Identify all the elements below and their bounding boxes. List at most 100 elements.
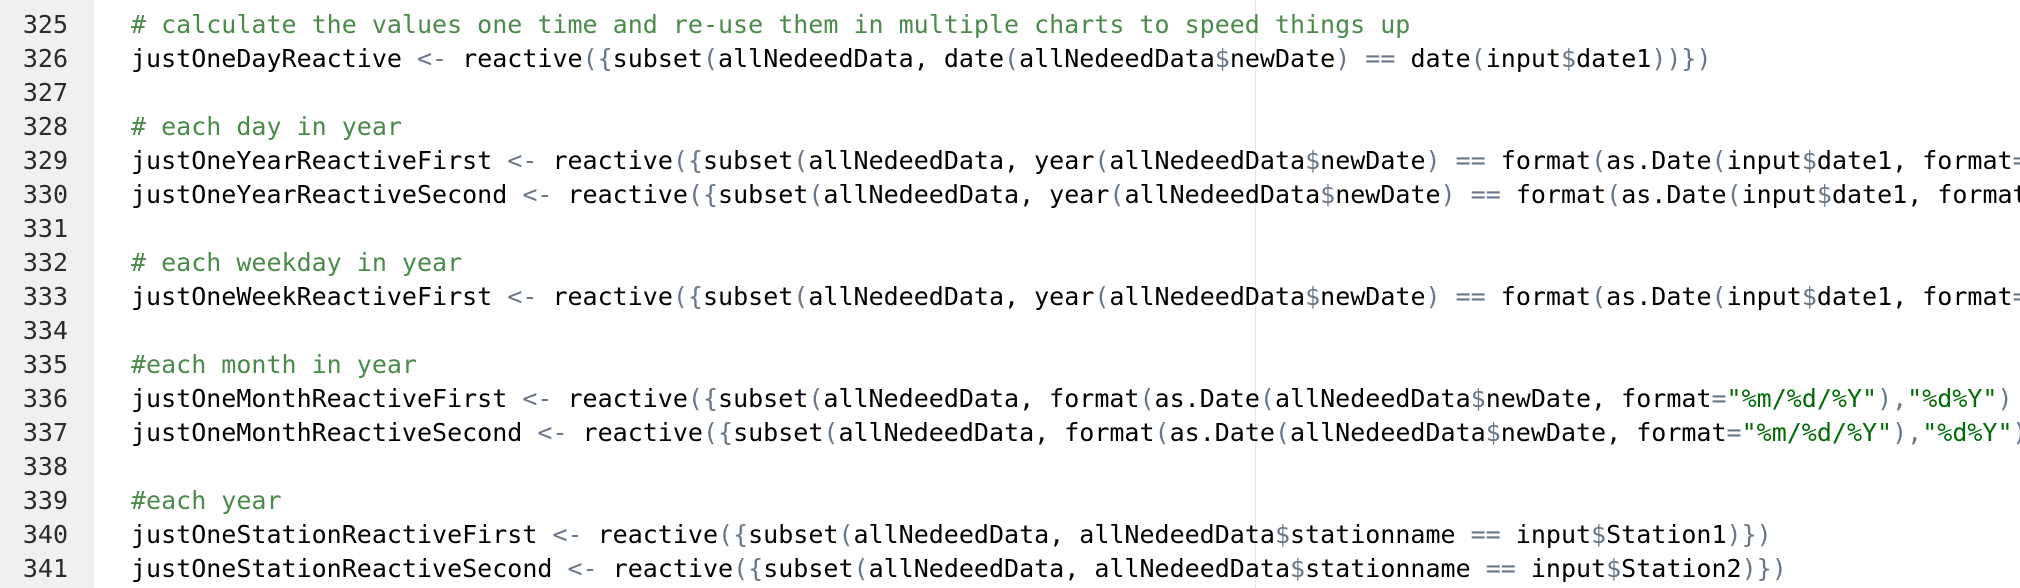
code-text[interactable]: justOneStationReactiveSecond <- reactive… (131, 552, 1787, 586)
code-text[interactable]: justOneMonthReactiveSecond <- reactive({… (131, 416, 2020, 450)
code-token-op: = (2013, 146, 2020, 175)
code-token-op: ))}) (1651, 44, 1712, 73)
code-token-op: = (2013, 282, 2020, 311)
code-token-op: ( (1470, 44, 1486, 73)
code-token-op: == (1470, 554, 1516, 583)
code-text[interactable]: justOneDayReactive <- reactive({subset(a… (131, 42, 1712, 76)
code-token-text: allNedeedData, year (823, 180, 1110, 209)
line-number: 326 (22, 44, 68, 73)
code-token-text: newDate (1229, 44, 1336, 73)
code-token-op: $ (1801, 146, 1817, 175)
code-text[interactable]: #each month in year (131, 348, 417, 382)
line-number: 341 (22, 554, 68, 583)
code-token-op: <- (507, 146, 538, 175)
code-token-text: Station1 (1606, 520, 1727, 549)
code-line[interactable]: 331 (0, 212, 2020, 246)
code-token-text: date (1395, 44, 1471, 73)
code-token-op: ( (1259, 384, 1275, 413)
code-token-op: ( (1711, 282, 1727, 311)
code-line[interactable]: 330 justOneYearReactiveSecond <- reactive… (0, 178, 2020, 212)
line-number: 340 (22, 520, 68, 549)
code-token-op: ( (702, 44, 719, 73)
code-token-text: justOneMonthReactiveSecond (131, 418, 538, 447)
code-line[interactable]: 341 justOneStationReactiveSecond <- react… (0, 552, 2020, 586)
code-token-op: ), (1892, 418, 1923, 447)
code-line[interactable]: 340 justOneStationReactiveFirst <- reacti… (0, 518, 2020, 552)
code-line[interactable]: 335 #each month in year (0, 348, 2020, 382)
code-token-op: $ (1305, 146, 1321, 175)
code-text[interactable]: # calculate the values one time and re-u… (131, 8, 1410, 42)
code-text[interactable]: #each year (131, 484, 282, 518)
code-token-text: input (1726, 282, 1802, 311)
code-token-text: justOneWeekReactiveFirst (131, 282, 508, 311)
code-token-text: subset (718, 384, 809, 413)
code-token-op: ( (1094, 146, 1110, 175)
code-token-text: stationname (1290, 520, 1456, 549)
code-token-op: ), (1877, 384, 1908, 413)
code-token-text: Station2 (1621, 554, 1742, 583)
code-token-text: format (1485, 146, 1592, 175)
code-token-text: reactive (582, 520, 719, 549)
code-token-text: reactive (537, 146, 673, 175)
code-token-text: justOneMonthReactiveFirst (131, 384, 523, 413)
code-text[interactable]: justOneMonthReactiveFirst <- reactive({s… (131, 382, 2020, 416)
code-token-text: subset (733, 418, 824, 447)
code-token-string: "%m/%d/%Y" (1741, 418, 1893, 447)
code-token-op: ( (1606, 180, 1622, 209)
code-token-op: == (1455, 520, 1501, 549)
code-token-op: ( (1139, 384, 1155, 413)
code-token-text: newDate (1335, 180, 1441, 209)
code-token-op: ) == (1425, 282, 1486, 311)
code-token-text: allNedeedData (1124, 180, 1321, 209)
code-token-op: ( (1711, 146, 1727, 175)
code-text[interactable]: justOneYearReactiveSecond <- reactive({s… (131, 178, 2020, 212)
code-line[interactable]: 326 justOneDayReactive <- reactive({subse… (0, 42, 2020, 76)
line-number: 330 (22, 180, 68, 209)
code-line[interactable]: 334 (0, 314, 2020, 348)
code-token-text: allNedeedData, year (808, 282, 1095, 311)
code-token-op: ({ (672, 146, 703, 175)
code-token-text: subset (718, 180, 809, 209)
code-text[interactable]: justOneStationReactiveFirst <- reactive(… (131, 518, 1772, 552)
code-token-text: newDate (1320, 282, 1426, 311)
code-token-op: $ (1801, 282, 1817, 311)
code-token-text: as.Date (1606, 282, 1712, 311)
code-line[interactable]: 338 (0, 450, 2020, 484)
code-line[interactable]: 332 # each weekday in year (0, 246, 2020, 280)
code-token-text: allNedeedData, date (718, 44, 1005, 73)
code-token-text: input (1726, 146, 1802, 175)
code-token-text: allNedeedData (1290, 418, 1486, 447)
line-number: 333 (22, 282, 68, 311)
code-token-text: subset (612, 44, 703, 73)
code-token-text: input (1515, 554, 1607, 583)
code-token-text: allNedeedData, format (838, 418, 1155, 447)
code-token-text: date1, format (1816, 282, 2013, 311)
code-token-op: ( (1726, 180, 1742, 209)
line-number: 338 (22, 452, 68, 481)
line-number: 329 (22, 146, 68, 175)
code-line[interactable]: 325 # calculate the values one time and r… (0, 8, 2020, 42)
code-line[interactable]: 329 justOneYearReactiveFirst <- reactive(… (0, 144, 2020, 178)
line-number: 335 (22, 350, 68, 379)
code-line[interactable]: 337 justOneMonthReactiveSecond <- reactiv… (0, 416, 2020, 450)
code-token-comment: #each year (131, 486, 282, 515)
code-line[interactable]: 333 justOneWeekReactiveFirst <- reactive(… (0, 280, 2020, 314)
code-text[interactable]: justOneWeekReactiveFirst <- reactive({su… (131, 280, 2020, 314)
code-editor[interactable]: 325 # calculate the values one time and r… (0, 0, 2020, 588)
code-token-op: ) == (1335, 44, 1396, 73)
code-text[interactable]: # each weekday in year (131, 246, 462, 280)
code-line[interactable]: 327 (0, 76, 2020, 110)
code-token-text: as.Date (1154, 384, 1260, 413)
code-line[interactable]: 336 justOneMonthReactiveFirst <- reactive… (0, 382, 2020, 416)
code-token-op: $ (1485, 418, 1501, 447)
code-token-op: ({ (718, 520, 749, 549)
code-token-op: ( (808, 180, 824, 209)
code-text[interactable]: justOneYearReactiveFirst <- reactive({su… (131, 144, 2020, 178)
code-line[interactable]: 328 # each day in year (0, 110, 2020, 144)
code-token-text: subset (748, 520, 839, 549)
code-token-op: <- (537, 418, 568, 447)
code-token-op: ( (838, 520, 854, 549)
code-token-op: $ (1214, 44, 1230, 73)
code-line[interactable]: 339 #each year (0, 484, 2020, 518)
code-text[interactable]: # each day in year (131, 110, 402, 144)
